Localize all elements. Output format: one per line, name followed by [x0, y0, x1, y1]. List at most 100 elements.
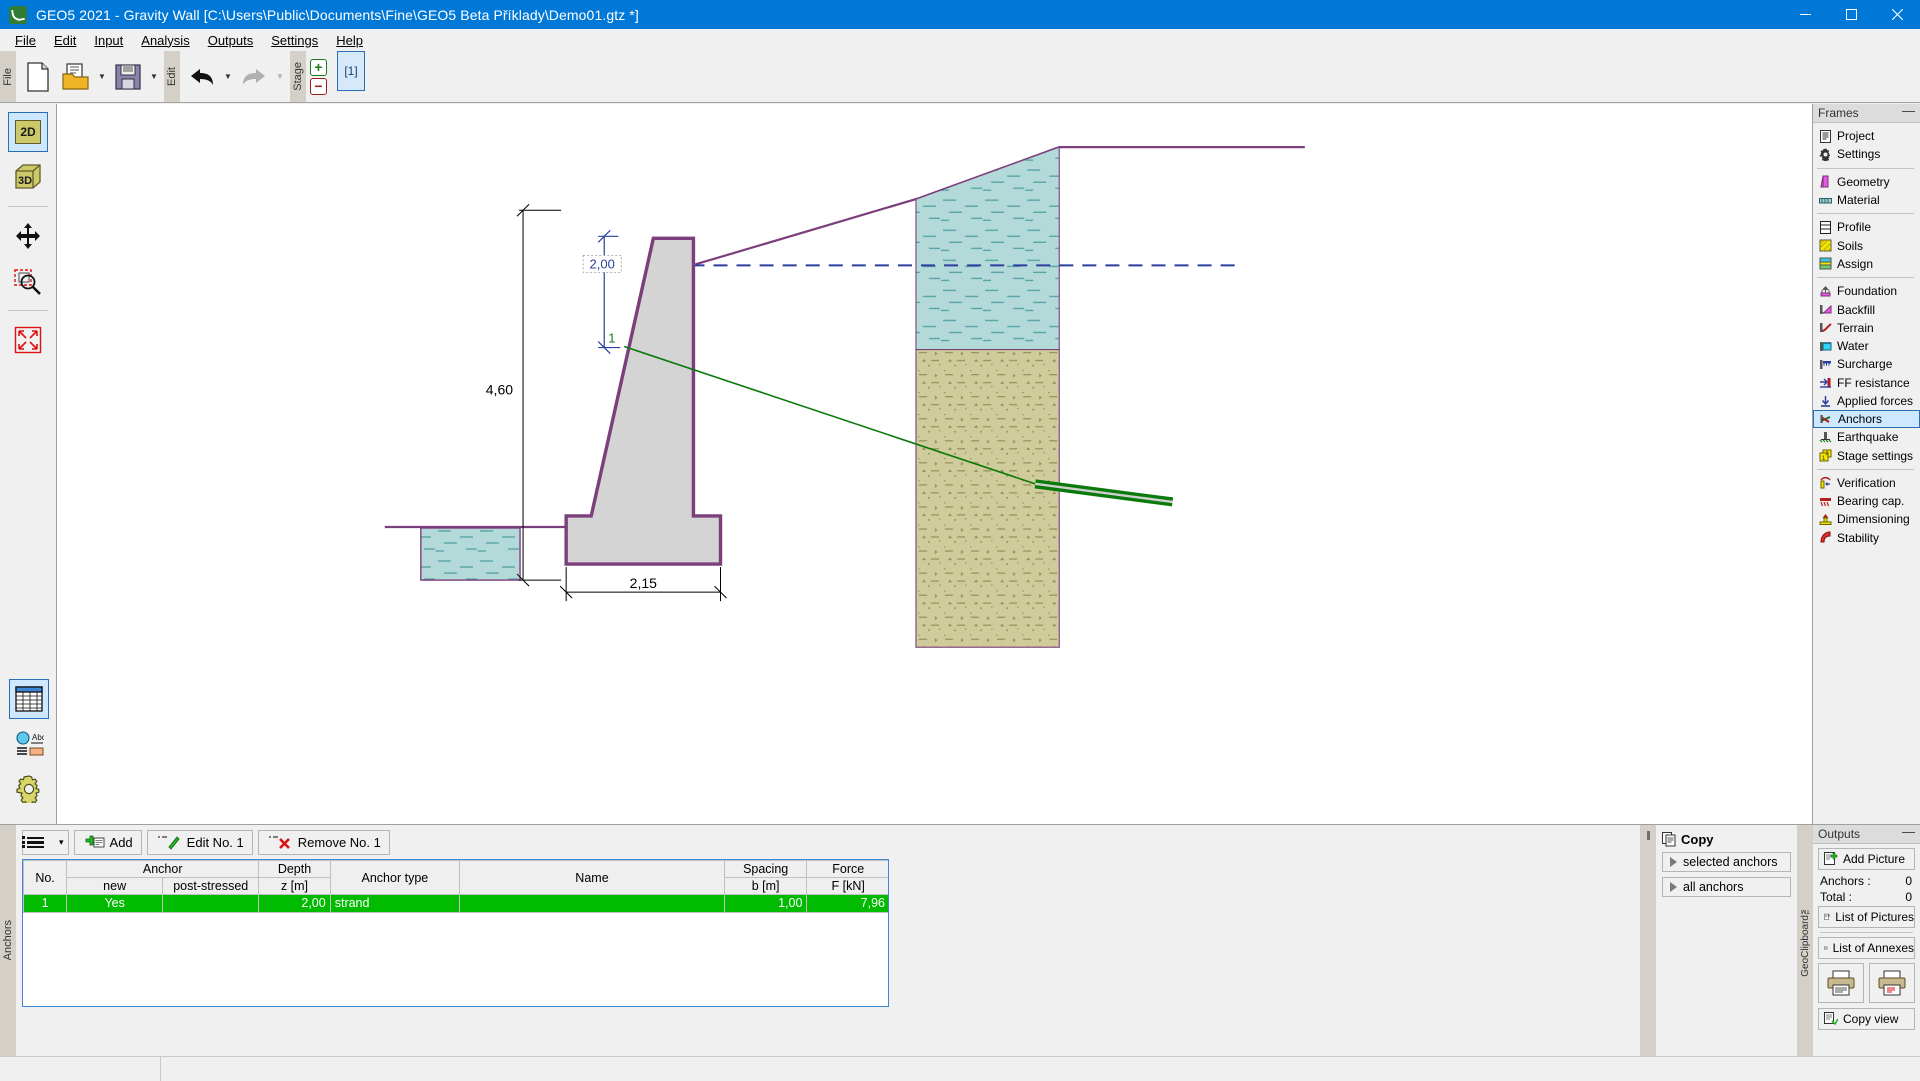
- outputs-minimize-button[interactable]: —: [1902, 825, 1915, 843]
- title-bar: GEO5 2021 - Gravity Wall [C:\Users\Publi…: [0, 0, 1920, 29]
- dimensioning-icon: [1819, 513, 1832, 525]
- list-of-annexes-button[interactable]: List of Annexes: [1818, 937, 1915, 959]
- toolbar-group-stage: Stage: [290, 51, 306, 102]
- view-2d-button[interactable]: 2D: [8, 112, 48, 152]
- sidebar-item-stage-settings[interactable]: 12 Stage settings: [1813, 446, 1920, 464]
- sidebar-item-material-label: Material: [1837, 193, 1880, 208]
- menu-help-label: Help: [336, 32, 363, 48]
- menu-outputs[interactable]: Outputs: [199, 31, 263, 50]
- sidebar-item-profile-label: Profile: [1837, 220, 1872, 235]
- print-document-button[interactable]: [1869, 963, 1915, 1003]
- outputs-counter-total-label: Total :: [1820, 890, 1853, 904]
- drawing-settings-button[interactable]: [9, 769, 49, 809]
- sidebar-item-surcharge[interactable]: Surcharge: [1813, 355, 1920, 373]
- sidebar-item-material[interactable]: Material: [1813, 191, 1920, 209]
- remove-stage-button[interactable]: −: [310, 77, 327, 95]
- copy-all-anchors-label: all anchors: [1683, 880, 1744, 894]
- drawing-canvas[interactable]: 4,60 2,00 1 2,15: [57, 104, 1813, 824]
- open-file-button[interactable]: [57, 54, 95, 100]
- sidebar-item-geometry[interactable]: Geometry: [1813, 173, 1920, 191]
- anchors-table-wrapper[interactable]: No. Anchor Depth Anchor type Name Spacin…: [22, 859, 889, 1007]
- table-row[interactable]: 1 Yes 2,00 strand 1,00 7,96: [23, 894, 888, 913]
- sidebar-item-verification[interactable]: Verification: [1813, 474, 1920, 492]
- sidebar-item-project[interactable]: Project: [1813, 127, 1920, 145]
- toolbar-edit-items: ▼ ▼: [180, 51, 290, 102]
- sidebar-item-earthquake[interactable]: Earthquake: [1813, 428, 1920, 446]
- copy-panel-gripper[interactable]: [1640, 825, 1656, 1056]
- redo-dropdown[interactable]: ▼: [273, 54, 287, 100]
- view-toolbar-bottom: Abc: [0, 679, 57, 814]
- sidebar-item-foundation[interactable]: Foundation: [1813, 282, 1920, 300]
- menu-input[interactable]: Input: [85, 31, 132, 50]
- zoom-all-button[interactable]: [8, 320, 48, 360]
- list-of-annexes-label: List of Annexes: [1832, 941, 1914, 955]
- chevron-down-icon: ▾: [59, 837, 64, 847]
- menu-file[interactable]: File: [6, 31, 45, 50]
- copy-view-button[interactable]: Copy view: [1818, 1008, 1915, 1030]
- sidebar-item-water-label: Water: [1837, 339, 1869, 354]
- toolbar-group-edit: Edit: [164, 51, 180, 102]
- edit-anchor-button[interactable]: Edit No. 1: [146, 830, 253, 855]
- list-of-pictures-button[interactable]: List of Pictures: [1818, 906, 1915, 928]
- copy-all-anchors-button[interactable]: all anchors: [1662, 877, 1791, 897]
- add-stage-button[interactable]: +: [310, 58, 327, 76]
- add-picture-button[interactable]: Add Picture: [1818, 848, 1915, 870]
- remove-anchor-button[interactable]: Remove No. 1: [257, 830, 390, 855]
- undo-button[interactable]: [183, 54, 221, 100]
- maximize-button[interactable]: [1828, 0, 1874, 29]
- sidebar-item-backfill[interactable]: Backfill: [1813, 300, 1920, 318]
- save-file-button[interactable]: [109, 54, 147, 100]
- sidebar-item-settings[interactable]: Settings: [1813, 145, 1920, 163]
- open-file-dropdown[interactable]: ▼: [95, 54, 109, 100]
- anchor-number-label: 1: [608, 331, 615, 346]
- stage-settings-icon: 12: [1819, 449, 1832, 462]
- menu-analysis[interactable]: Analysis: [132, 31, 198, 50]
- sidebar-item-bearing-cap[interactable]: Bearing cap.: [1813, 492, 1920, 510]
- anchors-table-header-top: No. Anchor Depth Anchor type Name Spacin…: [23, 860, 888, 895]
- sidebar-item-profile[interactable]: Profile: [1813, 218, 1920, 236]
- zoom-window-button[interactable]: [8, 261, 48, 301]
- legend-settings-button[interactable]: Abc: [9, 724, 49, 764]
- undo-dropdown[interactable]: ▼: [221, 54, 235, 100]
- menu-edit[interactable]: Edit: [45, 31, 85, 50]
- edit-icon: [157, 835, 180, 850]
- new-file-button[interactable]: [19, 54, 57, 100]
- sidebar-item-applied-forces-label: Applied forces: [1837, 394, 1914, 408]
- redo-button[interactable]: [235, 54, 273, 100]
- menu-settings[interactable]: Settings: [262, 31, 327, 50]
- menu-edit-label: Edit: [53, 32, 77, 48]
- gravity-wall-body[interactable]: [564, 236, 723, 566]
- frames-minimize-button[interactable]: —: [1902, 104, 1915, 122]
- close-button[interactable]: [1874, 0, 1920, 29]
- list-mode-button[interactable]: ▾: [22, 830, 69, 855]
- cell-name: [459, 894, 725, 913]
- menu-help[interactable]: Help: [327, 31, 372, 50]
- surcharge-icon: [1820, 359, 1831, 369]
- sidebar-item-backfill-label: Backfill: [1837, 302, 1876, 317]
- stage-tab-1[interactable]: [1]: [337, 51, 365, 91]
- sidebar-item-water[interactable]: Water: [1813, 337, 1920, 355]
- sidebar-item-ff-resistance[interactable]: FF resistance: [1813, 374, 1920, 392]
- anchor-element[interactable]: [624, 345, 1174, 507]
- wall-cross-section-drawing[interactable]: 4,60 2,00 1 2,15: [57, 104, 1812, 824]
- terrain-icon: [1820, 323, 1832, 333]
- print-button[interactable]: [1818, 963, 1864, 1003]
- sidebar-item-assign[interactable]: Assign: [1813, 255, 1920, 273]
- sidebar-item-dimensioning[interactable]: Dimensioning: [1813, 510, 1920, 528]
- sidebar-item-terrain[interactable]: Terrain: [1813, 319, 1920, 337]
- add-anchor-label: Add: [109, 835, 133, 850]
- pan-tool-button[interactable]: [8, 216, 48, 256]
- add-anchor-button[interactable]: Add: [73, 830, 142, 855]
- anchors-table-head: No. Anchor Depth Anchor type Name Spacin…: [23, 860, 888, 895]
- view-3d-button[interactable]: 3D: [8, 157, 48, 197]
- minimize-button[interactable]: [1782, 0, 1828, 29]
- geoclipboard-side-label: GeoClipboard™: [1797, 825, 1813, 1056]
- triangle-right-icon-2: [1670, 882, 1677, 892]
- sidebar-item-soils[interactable]: Soils: [1813, 236, 1920, 254]
- sidebar-item-applied-forces[interactable]: Applied forces: [1813, 392, 1920, 410]
- save-file-dropdown[interactable]: ▼: [147, 54, 161, 100]
- table-view-button[interactable]: [8, 679, 49, 719]
- sidebar-item-stability[interactable]: Stability: [1813, 529, 1920, 547]
- copy-selected-anchors-button[interactable]: selected anchors: [1662, 852, 1791, 872]
- sidebar-item-anchors[interactable]: Anchors: [1813, 410, 1920, 429]
